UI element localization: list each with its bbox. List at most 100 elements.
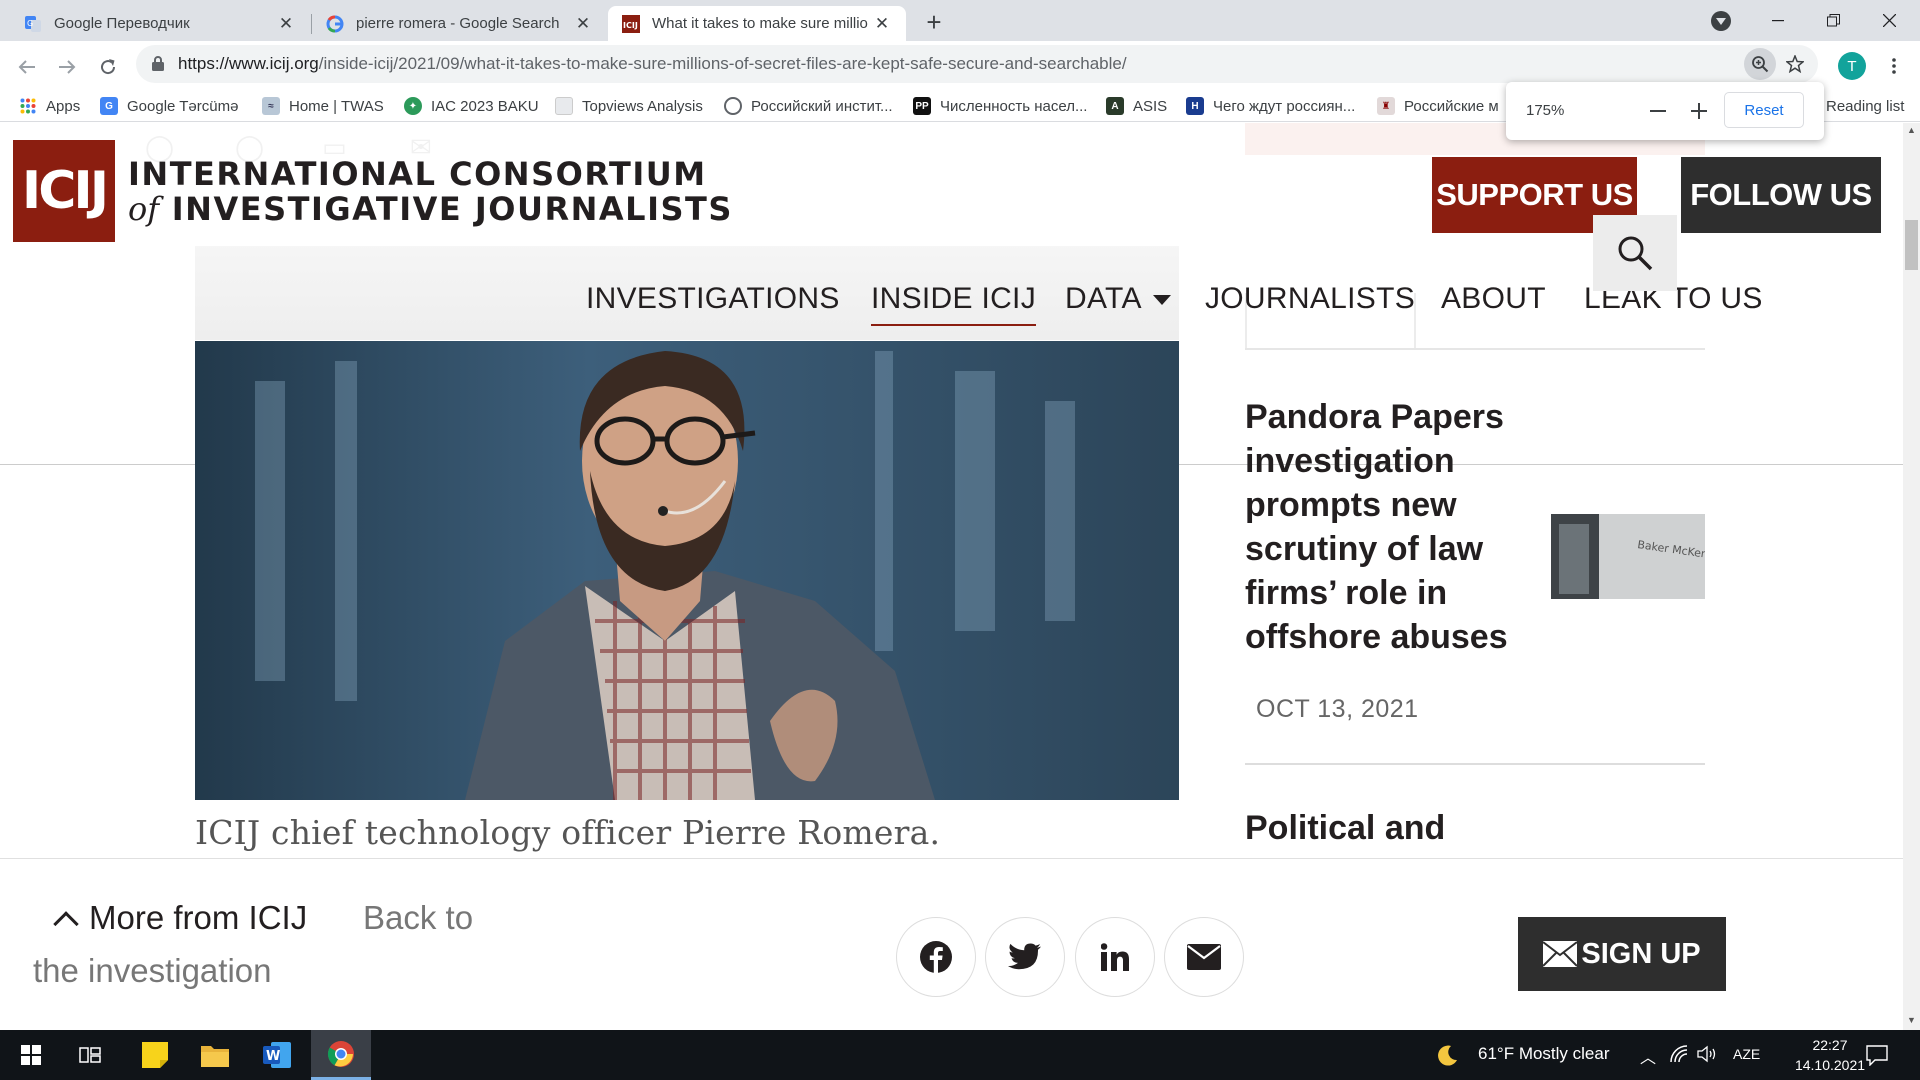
back-to-investigation-link[interactable]: Back to [363,899,473,937]
bookmark-apps[interactable]: Apps [19,95,80,117]
envelope-icon [1543,941,1578,967]
bookmark-asis[interactable]: A ASIS [1106,95,1167,117]
logo-line-1: INTERNATIONAL CONSORTIUM [128,155,707,193]
svg-text:W: W [266,1049,280,1064]
task-view-button[interactable] [67,1030,113,1080]
caret-down-icon [1152,295,1171,306]
zoom-reset-button[interactable]: Reset [1724,92,1804,128]
sticky-notes-app[interactable] [129,1030,181,1080]
forward-arrow-icon[interactable] [51,51,83,83]
search-button[interactable] [1593,215,1677,291]
bookmark-label: IAC 2023 BAKU [431,97,539,115]
notifications-icon[interactable] [1866,1044,1888,1071]
nav-data[interactable]: DATA [1065,282,1171,316]
input-language[interactable]: AZE [1733,1046,1760,1062]
logo-of: of [128,190,160,228]
svg-text:G: G [27,19,33,28]
bookmark-russian-m[interactable]: ♜ Российские м [1377,95,1499,117]
lock-icon[interactable] [152,56,164,76]
nav-about[interactable]: ABOUT [1441,282,1546,316]
url-text[interactable]: https://www.icij.org/inside-icij/2021/09… [178,54,1127,74]
zoom-in-button[interactable] [1682,94,1716,128]
reload-icon[interactable] [92,51,124,83]
restore-icon[interactable] [1810,0,1856,41]
globe-icon [724,97,742,115]
share-twitter-button[interactable] [985,917,1065,997]
file-explorer-app[interactable] [189,1030,241,1080]
close-window-icon[interactable] [1866,0,1912,41]
share-facebook-button[interactable] [896,917,976,997]
network-icon[interactable] [1670,1045,1688,1068]
nav-inside-icij[interactable]: INSIDE ICIJ [871,282,1036,326]
chevron-up-tray-icon[interactable]: ︿ [1640,1044,1656,1068]
page-scrollbar[interactable]: ▲ ▼ [1903,123,1920,1030]
twas-icon: ≈ [262,97,280,115]
sign-up-button[interactable]: SIGN UP [1518,917,1726,991]
google-translate-icon: G [100,97,118,115]
back-arrow-icon[interactable] [11,51,43,83]
zoom-popup: 175% Reset [1506,82,1824,140]
close-tab-icon[interactable]: ✕ [276,14,296,34]
back-to-investigation-link-cont[interactable]: the investigation [33,952,272,990]
scroll-down-arrow-icon[interactable]: ▼ [1907,1015,1916,1025]
chrome-icon [327,1040,354,1067]
close-tab-icon[interactable]: ✕ [872,14,892,34]
bookmark-google-translate[interactable]: G Google Tərcümə [100,95,238,117]
share-linkedin-button[interactable] [1075,917,1155,997]
bookmark-star-icon[interactable] [1781,50,1809,78]
share-email-button[interactable] [1164,917,1244,997]
nav-investigations[interactable]: INVESTIGATIONS [586,282,840,316]
law-firm-photo: Baker McKenzie [1551,514,1705,599]
more-from-icij-link[interactable]: More from ICIJ [53,899,308,937]
tab-icij-article[interactable]: ICIJ What it takes to make sure millio ✕ [608,6,906,41]
close-tab-icon[interactable]: ✕ [573,14,593,34]
tab-strip: G Google Переводчик ✕ pierre romera - Go… [0,0,1920,41]
scrollbar-thumb[interactable] [1905,220,1918,270]
profile-avatar[interactable]: T [1838,52,1866,80]
bookmark-population[interactable]: PP Численность насел... [913,95,1087,117]
icij-logo-wordmark[interactable]: INTERNATIONAL CONSORTIUM of INVESTIGATIV… [128,156,733,226]
bookmark-twas[interactable]: ≈ Home | TWAS [262,95,384,117]
weather-moon-icon[interactable] [1437,1044,1459,1071]
zoom-out-button[interactable] [1641,94,1675,128]
sidebar-article-title-2[interactable]: Political and [1245,809,1445,848]
bookmark-iac[interactable]: ✦ IAC 2023 BAKU [404,95,539,117]
bookmark-label: Российский инстит... [751,97,893,115]
tab-google-translate[interactable]: G Google Переводчик ✕ [10,6,310,41]
nav-journalists[interactable]: JOURNALISTS [1205,282,1415,316]
scroll-up-arrow-icon[interactable]: ▲ [1907,125,1916,135]
sticky-footer-bar: More from ICIJ Back to the investigation… [0,858,1903,1030]
page-icon [555,97,573,115]
menu-kebab-icon[interactable] [1882,52,1906,80]
weather-widget[interactable]: 61°F Mostly clear [1478,1044,1610,1064]
zoom-icon[interactable] [1744,48,1776,80]
new-tab-icon[interactable]: + [920,7,948,37]
google-icon [326,15,344,33]
sidebar-article-thumbnail[interactable]: Baker McKenzie [1551,514,1705,599]
reading-list[interactable]: Reading list [1826,95,1904,117]
bookmark-topviews[interactable]: Topviews Analysis [555,95,703,117]
tab-google-search[interactable]: pierre romera - Google Search ✕ [312,6,607,41]
chrome-app-active[interactable] [311,1030,371,1080]
more-from-label: More from ICIJ [89,899,308,936]
tab-search-icon[interactable] [1711,11,1731,31]
sticky-notes-icon [142,1042,168,1068]
address-bar[interactable]: https://www.icij.org/inside-icij/2021/09… [136,45,1818,83]
iac-icon: ✦ [404,97,422,115]
web-page: ◯ ◯ ▭ ✉ ICIJ INTERNATIONAL CONSORTIUM of… [0,123,1920,1030]
sidebar-article-date: OCT 13, 2021 [1256,695,1419,723]
bookmark-label: Home | TWAS [289,97,384,115]
reading-list-label: Reading list [1826,97,1905,115]
sidebar-article-title[interactable]: Pandora Papers investigation prompts new… [1245,395,1545,659]
volume-icon[interactable] [1697,1045,1719,1068]
bookmark-russian-institute[interactable]: Российский инстит... [724,95,893,117]
bookmark-label: Чего ждут россиян... [1213,97,1356,115]
image-caption: ICIJ chief technology officer Pierre Rom… [195,813,941,852]
url-path: /inside-icij/2021/09/what-it-takes-to-ma… [318,54,1127,73]
minimize-icon[interactable] [1755,0,1801,41]
word-app[interactable]: W [251,1030,303,1080]
icij-logo-mark[interactable]: ICIJ [13,140,115,242]
start-button[interactable] [8,1030,54,1080]
follow-us-button[interactable]: FOLLOW US [1681,157,1881,233]
bookmark-what-russians-expect[interactable]: H Чего ждут россиян... [1186,95,1355,117]
